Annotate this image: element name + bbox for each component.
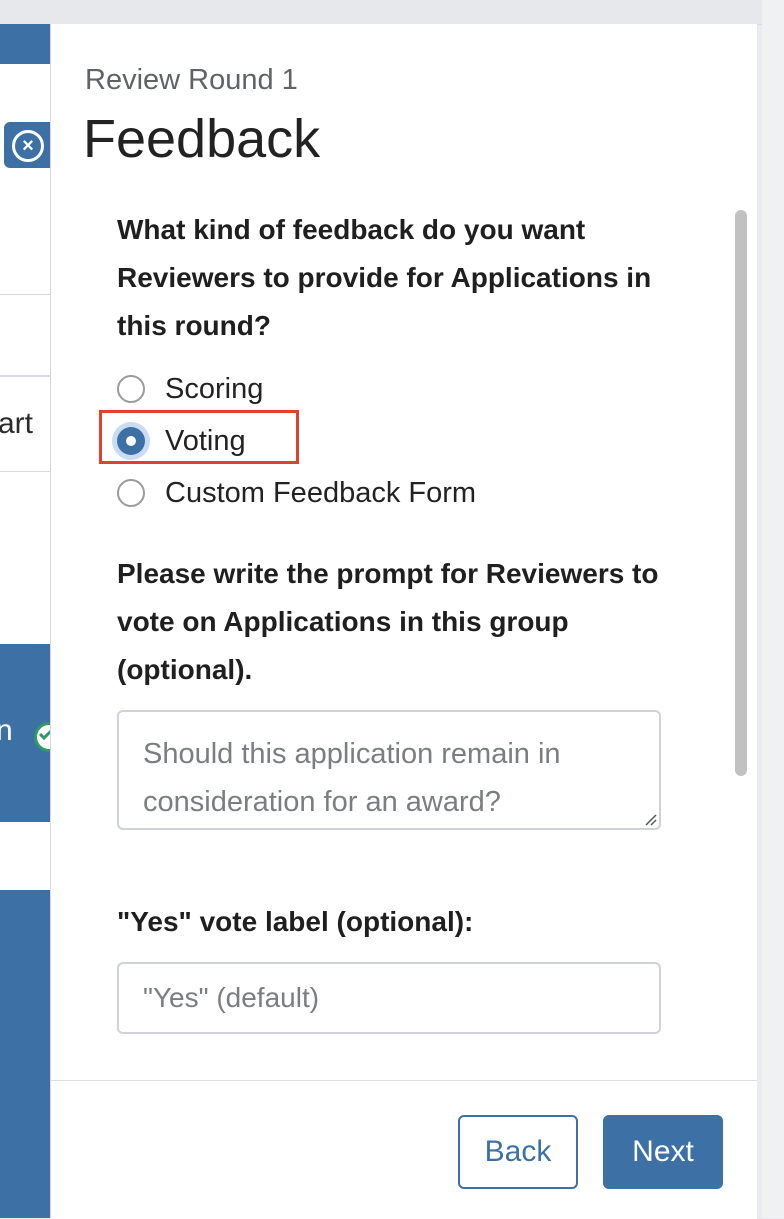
bg-close-button[interactable]: × [4, 122, 50, 168]
panel-subtitle: Review Round 1 [85, 64, 298, 96]
bg-blue-block [0, 890, 50, 1218]
bg-partial-text: art [0, 407, 34, 440]
radio-button[interactable] [117, 479, 145, 507]
bg-card: art [0, 376, 50, 472]
vote-prompt-textarea[interactable]: Should this application remain in consid… [117, 710, 661, 830]
textarea-placeholder: Should this application remain in consid… [143, 738, 561, 818]
bg-header-bar [0, 24, 50, 64]
bg-partial-text: n [0, 714, 13, 747]
background-app: art n [0, 24, 50, 1218]
resize-handle-icon[interactable] [643, 812, 657, 826]
page-scrollbar[interactable] [762, 0, 784, 1218]
bg-card [0, 294, 50, 376]
next-button[interactable]: Next [603, 1115, 723, 1189]
yes-label-input[interactable]: "Yes" (default) [117, 962, 661, 1034]
feedback-panel: Review Round 1 Feedback What kind of fee… [50, 24, 757, 1219]
radio-option-scoring[interactable]: Scoring [117, 369, 263, 409]
panel-title: Feedback [83, 109, 321, 169]
feedback-type-question: What kind of feedback do you want Review… [117, 214, 652, 341]
panel-footer: Back Next [51, 1080, 757, 1219]
radio-option-custom-form[interactable]: Custom Feedback Form [117, 473, 476, 513]
radio-label: Scoring [165, 372, 264, 405]
selection-highlight-box [99, 410, 299, 464]
input-placeholder: "Yes" (default) [143, 982, 320, 1013]
radio-label: Custom Feedback Form [165, 476, 477, 509]
close-icon: × [12, 130, 44, 162]
panel-scrollbar-thumb[interactable] [735, 210, 747, 776]
back-button[interactable]: Back [458, 1115, 578, 1189]
vote-prompt-question: Please write the prompt for Reviewers to… [117, 558, 659, 685]
yes-label-question: "Yes" vote label (optional): [117, 906, 474, 937]
radio-button[interactable] [117, 375, 145, 403]
window-top-strip [0, 0, 784, 25]
